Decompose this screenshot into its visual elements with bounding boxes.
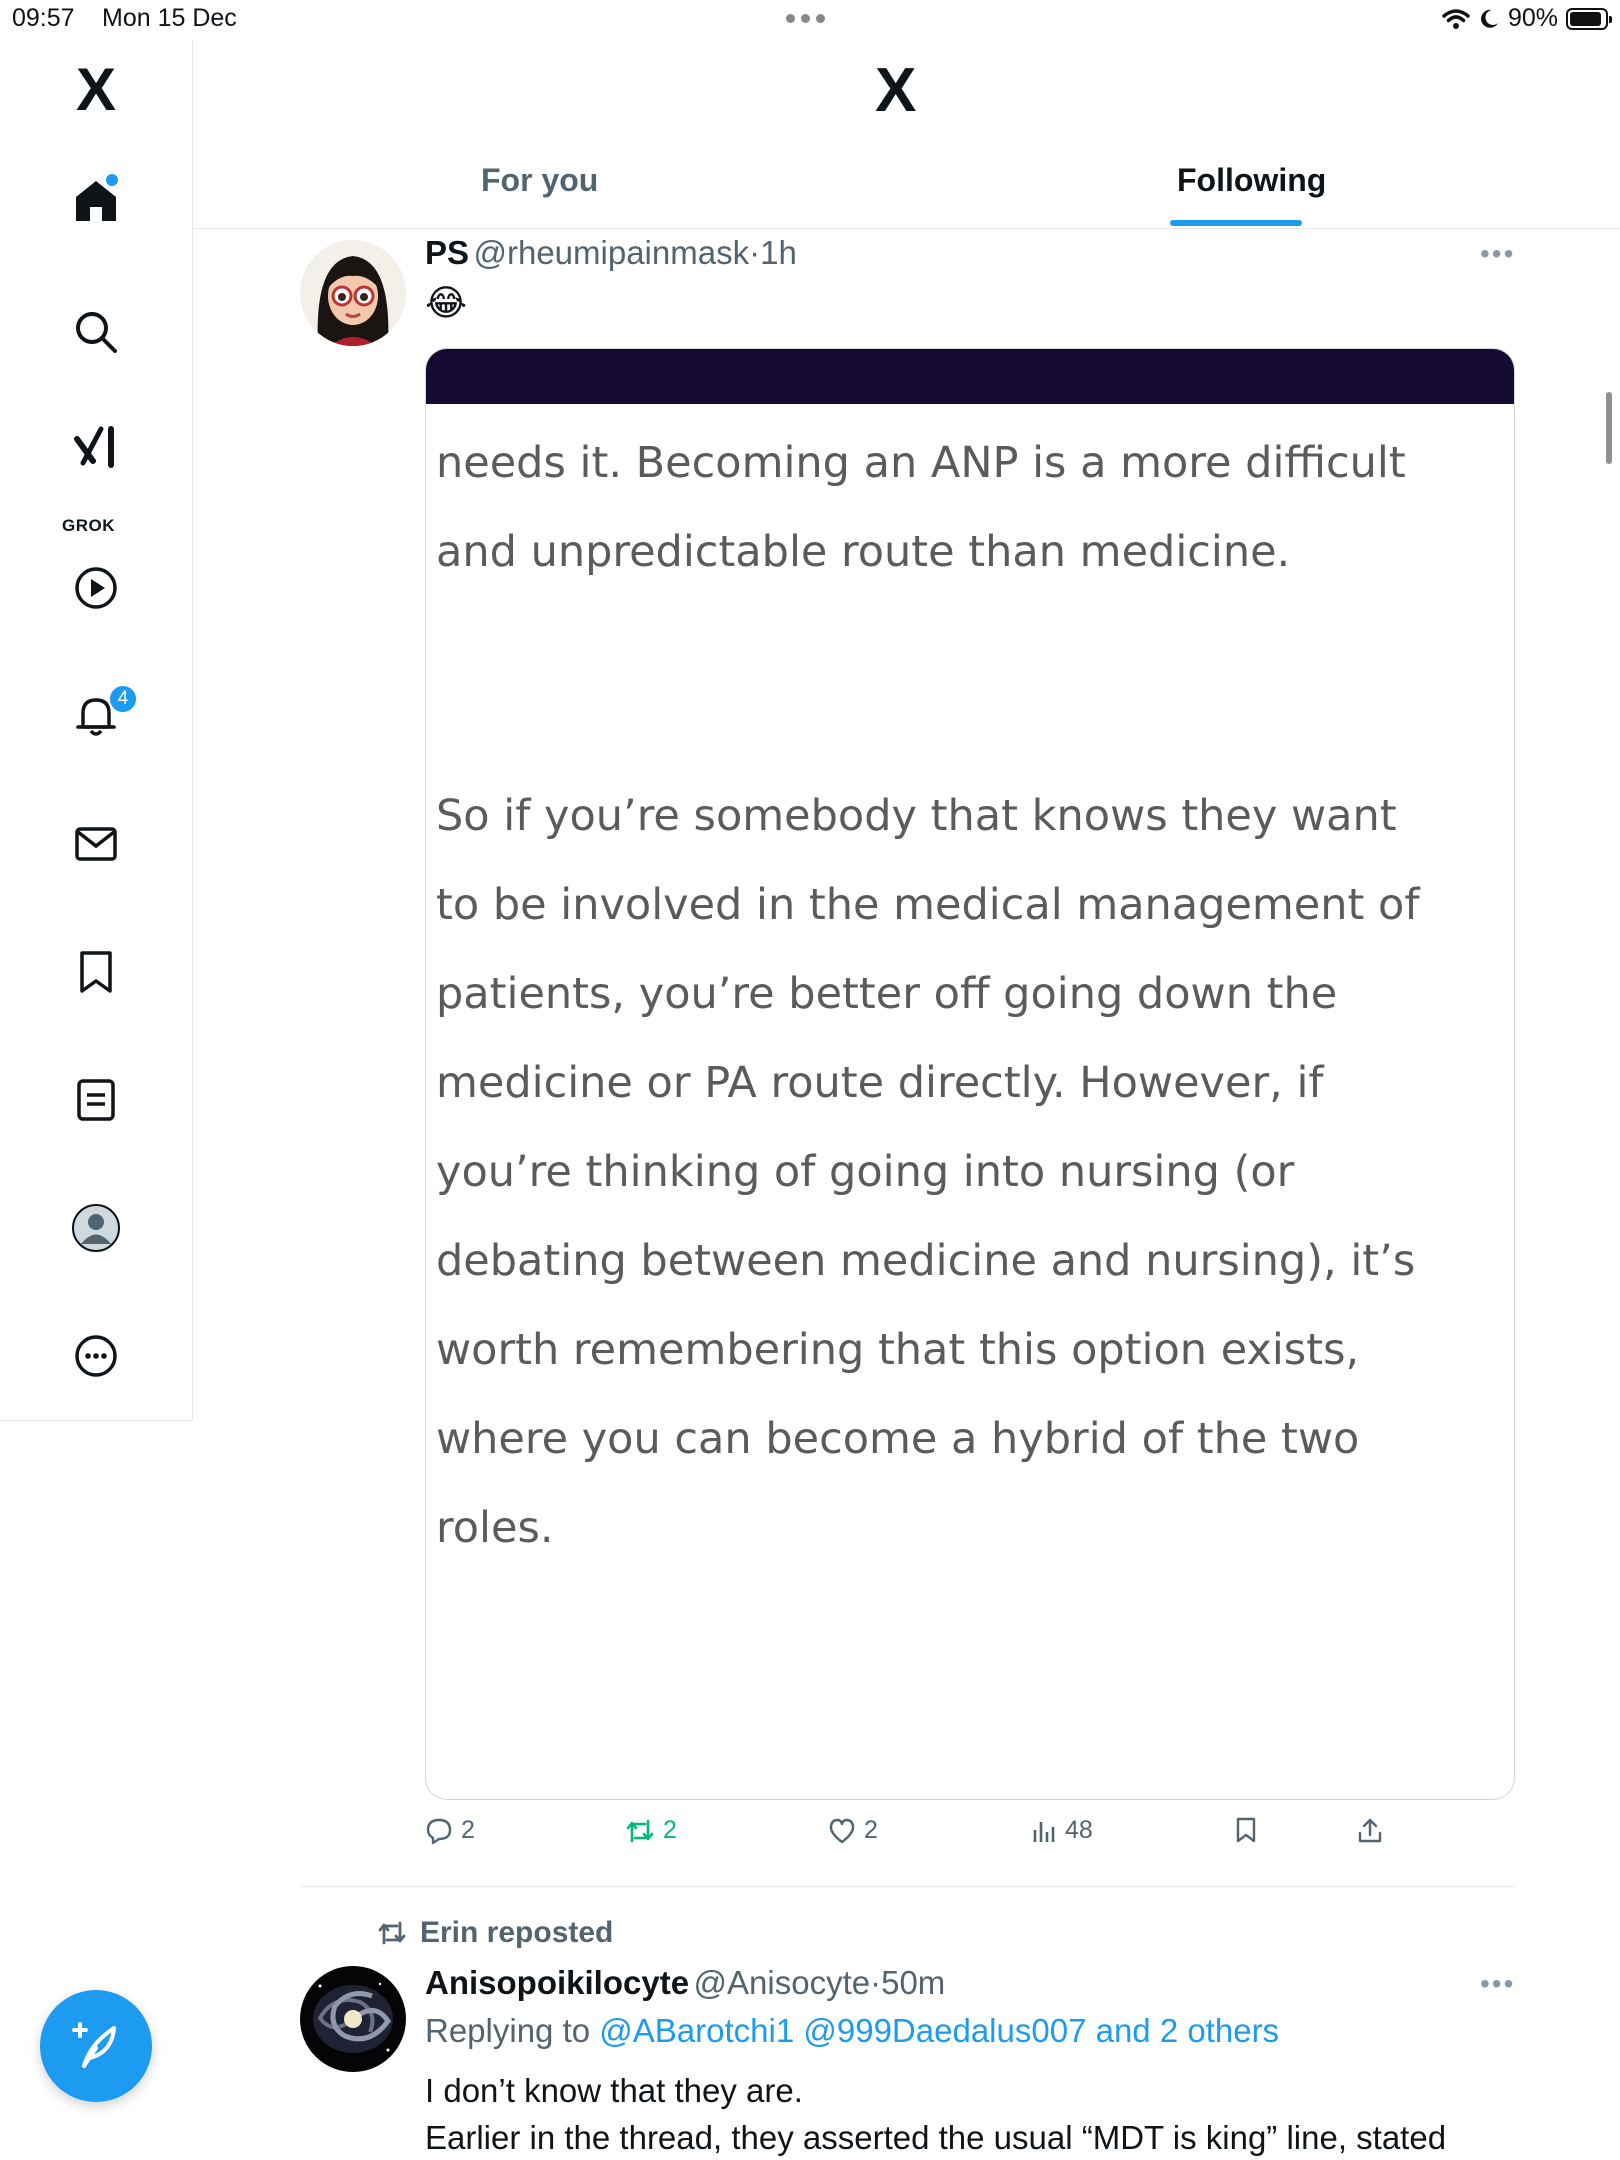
- sidebar: X GROK 4: [0, 40, 193, 1420]
- sidebar-item-profile[interactable]: [66, 1198, 126, 1258]
- reply-button[interactable]: 2: [425, 1816, 475, 1845]
- list-icon: [77, 1079, 115, 1121]
- sidebar-item-notifications[interactable]: 4: [66, 684, 138, 746]
- author-handle[interactable]: @Anisocyte: [694, 1964, 871, 2001]
- sidebar-item-messages[interactable]: [66, 814, 126, 874]
- author-name[interactable]: Anisopoikilocyte: [425, 1964, 689, 2001]
- x-logo[interactable]: X: [66, 60, 126, 120]
- views-button[interactable]: 48: [1031, 1816, 1093, 1845]
- avatar[interactable]: [300, 240, 406, 346]
- like-button[interactable]: 2: [828, 1816, 878, 1845]
- reply-icon: [426, 1818, 452, 1844]
- tweet-time[interactable]: 50m: [881, 1964, 945, 2001]
- media-line: roles.: [436, 1503, 554, 1553]
- reposted-by-label: Erin reposted: [420, 1916, 614, 1949]
- author-handle[interactable]: @rheumipainmask: [473, 234, 749, 271]
- tweet-actions: 2 2 2 48: [425, 1816, 1425, 1856]
- tweet-emoji: 😂: [425, 282, 468, 323]
- compose-button[interactable]: [40, 1990, 152, 2102]
- multitasking-dots-icon[interactable]: [786, 14, 825, 23]
- repost-button[interactable]: 2: [625, 1816, 677, 1845]
- repost-icon: [626, 1819, 654, 1842]
- mail-icon: [75, 827, 117, 861]
- media-top-bar: [426, 349, 1514, 404]
- replying-to-users-link[interactable]: @ABarotchi1 @999Daedalus007 and 2 others: [599, 2012, 1279, 2049]
- meta-separator: ·: [749, 234, 761, 271]
- sidebar-item-more[interactable]: [66, 1326, 126, 1386]
- header-x-logo[interactable]: X: [875, 60, 916, 122]
- status-time: 09:57: [12, 4, 75, 32]
- media-line: and unpredictable route than medicine.: [436, 527, 1291, 577]
- battery-percent: 90%: [1507, 4, 1558, 32]
- status-date: Mon 15 Dec: [102, 4, 237, 32]
- compose-icon: [72, 2022, 116, 2068]
- sidebar-item-grok[interactable]: [66, 420, 126, 480]
- media-line: needs it. Becoming an ANP is a more diff…: [436, 438, 1406, 488]
- tweet-body-line: I don’t know that they are.: [425, 2072, 803, 2109]
- notifications-badge: 4: [108, 684, 138, 714]
- status-bar: 09:57 Mon 15 Dec 90%: [0, 0, 1620, 40]
- views-count: 48: [1065, 1816, 1093, 1844]
- sidebar-item-search[interactable]: [66, 302, 126, 362]
- media-line: to be involved in the medical management…: [436, 880, 1420, 930]
- play-icon: [75, 567, 117, 609]
- sidebar-item-bookmarks[interactable]: [66, 942, 126, 1002]
- grok-label: GROK: [62, 516, 115, 535]
- repost-context[interactable]: Erin reposted: [376, 1916, 613, 1950]
- battery-icon: [1566, 7, 1612, 30]
- grok-icon: [74, 426, 114, 468]
- share-button[interactable]: [1357, 1816, 1383, 1844]
- reply-count: 2: [461, 1816, 475, 1844]
- scrollbar[interactable]: [1606, 392, 1612, 464]
- author-name[interactable]: PS: [425, 234, 469, 271]
- sidebar-item-video[interactable]: [66, 558, 126, 618]
- profile-icon: [72, 1204, 120, 1252]
- galaxy-avatar-image: [300, 1966, 406, 2072]
- like-count: 2: [864, 1816, 878, 1844]
- media-line: debating between medicine and nursing), …: [436, 1236, 1416, 1286]
- memoji-avatar-image: [300, 240, 406, 346]
- media-line: patients, you’re better off going down t…: [436, 969, 1338, 1019]
- more-circle-icon: [75, 1335, 117, 1377]
- tweet-media-card[interactable]: needs it. Becoming an ANP is a more diff…: [425, 348, 1515, 1800]
- repost-icon: [378, 1921, 406, 1945]
- media-line: worth remembering that this option exist…: [436, 1325, 1360, 1375]
- bookmark-icon: [1236, 1817, 1256, 1843]
- meta-separator: ·: [870, 1964, 882, 2001]
- tab-following[interactable]: Following: [1177, 162, 1326, 199]
- tweet-more-icon[interactable]: •••: [1480, 1968, 1515, 2000]
- repost-count: 2: [663, 1816, 677, 1844]
- media-line: medicine or PA route directly. However, …: [436, 1058, 1324, 1108]
- tweet-header: PS @rheumipainmask·1h: [425, 234, 797, 272]
- media-line: where you can become a hybrid of the two: [436, 1414, 1360, 1464]
- media-line: So if you’re somebody that knows they wa…: [436, 791, 1397, 841]
- sidebar-item-home[interactable]: [66, 170, 126, 230]
- tweet-divider: [300, 1886, 1514, 1887]
- tab-for-you[interactable]: For you: [481, 162, 598, 199]
- sidebar-divider: [0, 1420, 192, 1421]
- replying-to-line: Replying to @ABarotchi1 @999Daedalus007 …: [425, 2012, 1279, 2050]
- views-icon: [1033, 1821, 1055, 1842]
- moon-icon: [1481, 9, 1498, 28]
- bookmark-icon: [80, 951, 112, 993]
- tweet-body-line: Earlier in the thread, they asserted the…: [425, 2119, 1447, 2156]
- heart-icon: [829, 1818, 855, 1843]
- avatar[interactable]: [300, 1966, 406, 2072]
- tweet-more-icon[interactable]: •••: [1480, 238, 1515, 270]
- tweet-time[interactable]: 1h: [760, 234, 797, 271]
- active-tab-indicator: [1170, 220, 1302, 226]
- media-line: you’re thinking of going into nursing (o…: [436, 1147, 1295, 1197]
- sidebar-item-lists[interactable]: [66, 1070, 126, 1130]
- tweet-header: Anisopoikilocyte @Anisocyte·50m: [425, 1964, 945, 2002]
- status-indicators: 90%: [1442, 4, 1612, 33]
- bookmark-button[interactable]: [1233, 1816, 1259, 1844]
- search-icon: [76, 312, 117, 353]
- timeline-header: X For you Following: [193, 40, 1620, 229]
- home-new-dot: [106, 174, 118, 186]
- replying-to-prefix: Replying to: [425, 2012, 591, 2049]
- share-icon: [1358, 1818, 1382, 1843]
- wifi-icon: [1442, 8, 1470, 29]
